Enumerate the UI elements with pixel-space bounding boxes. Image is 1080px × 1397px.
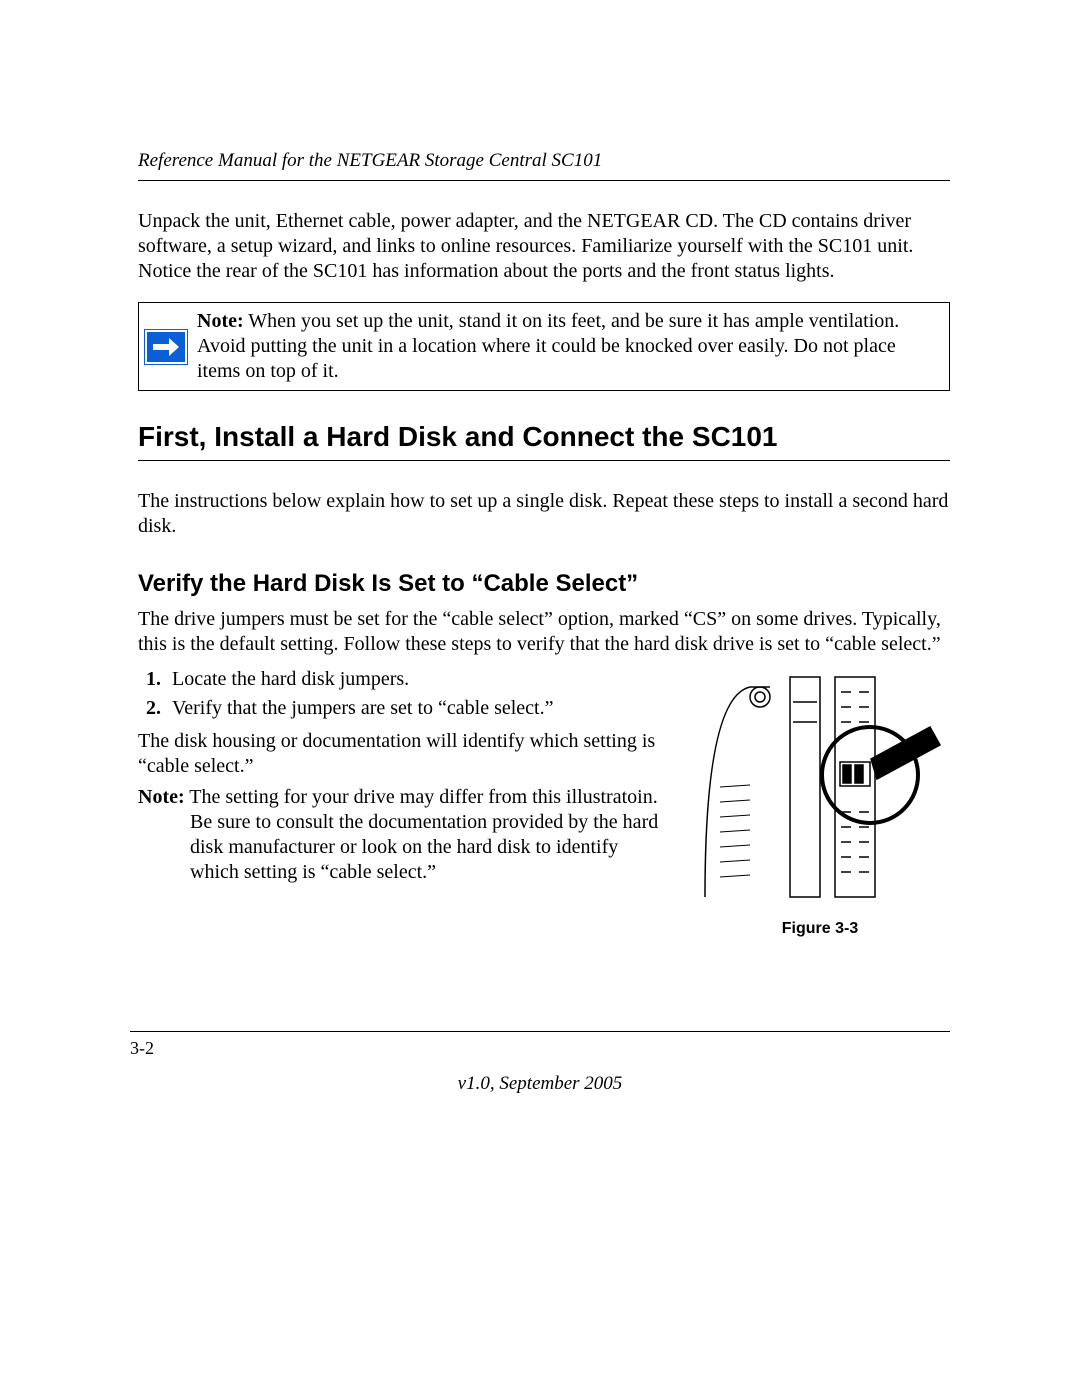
inline-note: Note: The setting for your drive may dif…	[138, 785, 670, 885]
section-heading: First, Install a Hard Disk and Connect t…	[138, 419, 950, 461]
inline-note-body: The setting for your drive may differ fr…	[185, 786, 659, 883]
step-item: Verify that the jumpers are set to “cabl…	[166, 696, 670, 721]
left-column: Locate the hard disk jumpers. Verify tha…	[138, 667, 670, 939]
figure-caption: Figure 3-3	[690, 919, 950, 939]
footer-rule	[130, 1031, 950, 1032]
arrow-right-icon	[145, 330, 187, 364]
inline-note-label: Note:	[138, 786, 185, 808]
after-steps-paragraph: The disk housing or documentation will i…	[138, 729, 670, 779]
note-body: When you set up the unit, stand it on it…	[197, 310, 899, 382]
note-icon-cell	[139, 303, 193, 390]
intro-paragraph: Unpack the unit, Ethernet cable, power a…	[138, 209, 950, 284]
body: Unpack the unit, Ethernet cable, power a…	[138, 209, 950, 939]
section-intro: The instructions below explain how to se…	[138, 489, 950, 539]
page-number: 3-2	[130, 1038, 154, 1059]
note-box: Note: When you set up the unit, stand it…	[138, 302, 950, 391]
note-label: Note:	[197, 310, 244, 332]
subsection-intro: The drive jumpers must be set for the “c…	[138, 607, 950, 657]
note-text: Note: When you set up the unit, stand it…	[193, 303, 949, 390]
running-header: Reference Manual for the NETGEAR Storage…	[138, 150, 950, 181]
two-column-layout: Locate the hard disk jumpers. Verify tha…	[138, 667, 950, 939]
steps-list: Locate the hard disk jumpers. Verify tha…	[138, 667, 670, 721]
version-footer: v1.0, September 2005	[0, 1073, 1080, 1095]
subsection-heading: Verify the Hard Disk Is Set to “Cable Se…	[138, 569, 950, 599]
right-column: Figure 3-3	[690, 667, 950, 939]
step-item: Locate the hard disk jumpers.	[166, 667, 670, 692]
page: Reference Manual for the NETGEAR Storage…	[0, 0, 1080, 1397]
figure-illustration	[695, 667, 945, 902]
